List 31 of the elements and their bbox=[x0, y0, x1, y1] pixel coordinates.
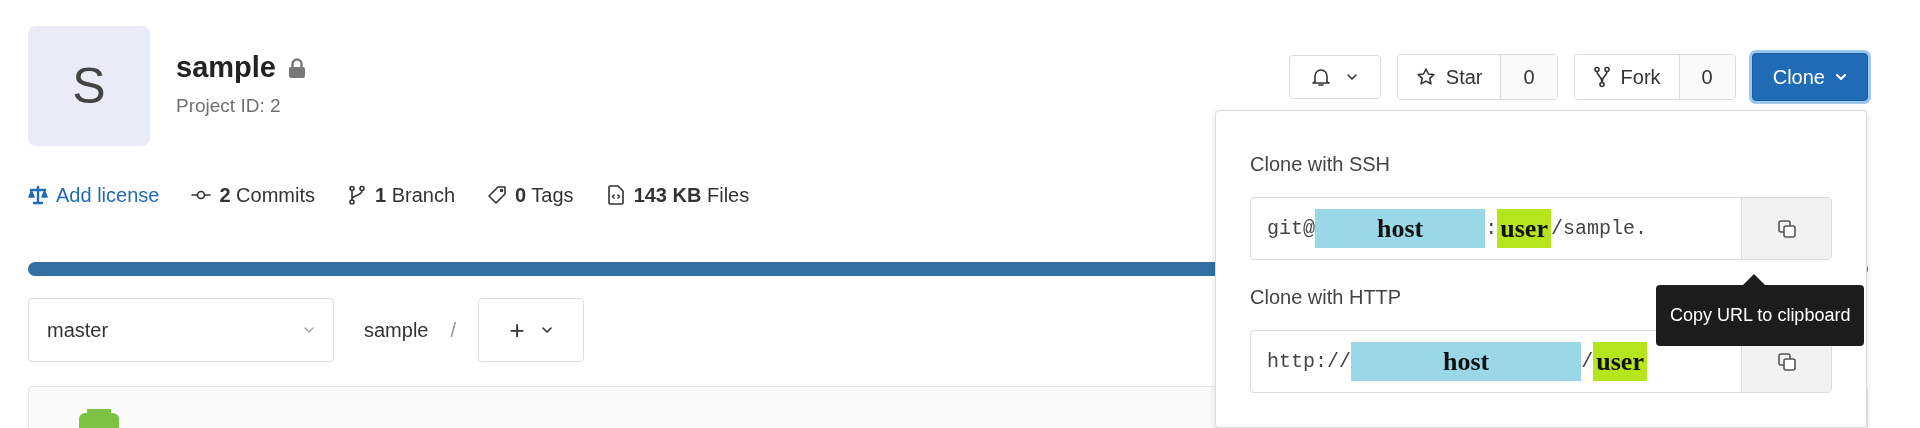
add-button[interactable]: + bbox=[478, 298, 585, 362]
bell-icon bbox=[1311, 67, 1330, 87]
stat-link[interactable]: 0 Tags bbox=[487, 180, 574, 210]
tooltip-pointer-icon bbox=[1743, 274, 1766, 285]
chevron-down-icon bbox=[1835, 73, 1847, 81]
stat-link[interactable]: 1 Branch bbox=[347, 180, 456, 210]
chevron-down-icon bbox=[540, 326, 553, 334]
section-title: Clone with HTTP bbox=[1250, 285, 1403, 310]
file-icon bbox=[605, 185, 626, 205]
star-count[interactable]: 0 bbox=[1500, 55, 1557, 99]
branch-icon bbox=[347, 185, 367, 205]
star-icon bbox=[1415, 67, 1436, 87]
project-avatar: S bbox=[28, 26, 150, 146]
breadcrumb-path[interactable]: sample bbox=[364, 315, 429, 345]
fork-icon bbox=[1592, 66, 1611, 88]
project-name[interactable]: sample bbox=[176, 51, 276, 84]
branch-select[interactable]: master bbox=[28, 298, 334, 362]
tag-icon bbox=[487, 185, 508, 205]
breadcrumb-separator: / bbox=[450, 318, 457, 343]
add-license-link[interactable]: Add license bbox=[28, 180, 160, 210]
clone-button[interactable]: Clone bbox=[1751, 53, 1868, 101]
fork-count[interactable]: 0 bbox=[1678, 55, 1735, 99]
scale-icon bbox=[28, 185, 48, 205]
stat-link[interactable]: 2 Commits bbox=[191, 180, 315, 210]
chevron-down-icon bbox=[1345, 73, 1358, 81]
stat-link[interactable]: 143 KB Files bbox=[605, 180, 750, 210]
notification-button[interactable] bbox=[1288, 55, 1381, 99]
chevron-down-icon bbox=[303, 326, 315, 334]
project-id: Project ID: 2 bbox=[176, 93, 282, 118]
section-title: Clone with SSH bbox=[1250, 152, 1392, 177]
tooltip: Copy URL to clipboard bbox=[1656, 285, 1865, 346]
